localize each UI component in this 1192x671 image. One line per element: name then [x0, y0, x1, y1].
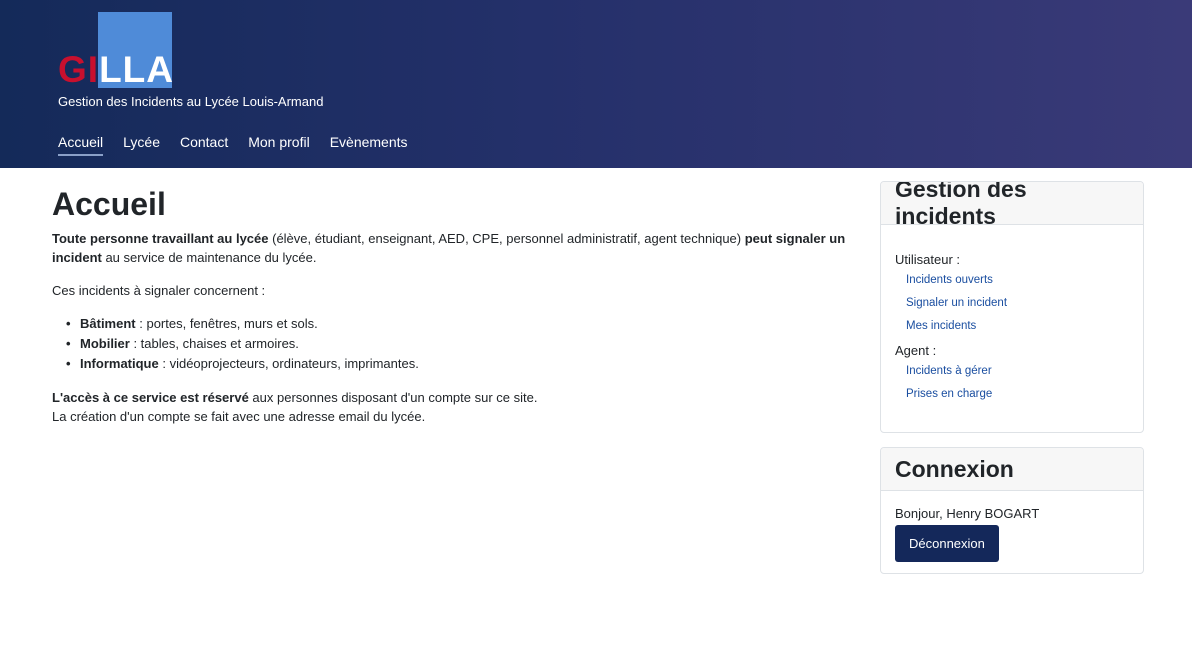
login-card: Connexion Bonjour, Henry BOGART Déconnex…	[880, 447, 1144, 574]
access-text: aux personnes disposant d'un compte sur …	[248, 390, 538, 405]
nav-item-contact[interactable]: Contact	[180, 134, 228, 156]
incidents-card-title: Gestion des incidents	[881, 182, 1143, 229]
category-name: Informatique	[80, 356, 159, 371]
login-card-title: Connexion	[881, 448, 1143, 491]
intro-text-2: au service de maintenance du lycée.	[101, 250, 317, 265]
nav-item-accueil[interactable]: Accueil	[58, 134, 104, 156]
concern-paragraph: Ces incidents à signaler concernent :	[52, 283, 266, 298]
logo-text-gi: GI	[58, 49, 100, 90]
link-incidents-a-gerer[interactable]: Incidents à gérer	[906, 360, 1129, 383]
main-content: Accueil Toute personne travaillant au ly…	[52, 186, 862, 440]
logo-text: GILLA	[58, 49, 174, 90]
access-paragraph: L'accès à ce service est réservé aux per…	[52, 388, 862, 426]
link-signaler-incident[interactable]: Signaler un incident	[906, 292, 1129, 315]
list-item: Bâtiment : portes, fenêtres, murs et sol…	[66, 314, 862, 334]
link-prises-en-charge[interactable]: Prises en charge	[906, 383, 1129, 406]
nav-item-evenements[interactable]: Evènements	[330, 134, 408, 156]
agent-section-label: Agent :	[895, 343, 937, 358]
list-item: Informatique : vidéoprojecteurs, ordinat…	[66, 354, 862, 374]
link-mes-incidents[interactable]: Mes incidents	[906, 315, 1129, 338]
user-section-label: Utilisateur :	[895, 252, 961, 267]
category-name: Mobilier	[80, 336, 130, 351]
user-greeting: Bonjour, Henry BOGART	[895, 506, 1040, 521]
nav-item-mon-profil[interactable]: Mon profil	[248, 134, 309, 156]
category-desc: : portes, fenêtres, murs et sols.	[135, 316, 318, 331]
incidents-card-body: Utilisateur : Incidents ouverts Signaler…	[881, 225, 1143, 418]
list-item: Mobilier : tables, chaises et armoires.	[66, 334, 862, 354]
category-desc: : vidéoprojecteurs, ordinateurs, imprima…	[158, 356, 419, 371]
intro-paragraph: Toute personne travaillant au lycée (élè…	[52, 229, 862, 267]
access-bold: L'accès à ce service est réservé	[52, 390, 249, 405]
main-nav: Accueil Lycée Contact Mon profil Evèneme…	[58, 134, 428, 156]
category-desc: : tables, chaises et armoires.	[129, 336, 299, 351]
incidents-card: Gestion des incidents Utilisateur : Inci…	[880, 181, 1144, 433]
site-subtitle: Gestion des Incidents au Lycée Louis-Arm…	[58, 94, 324, 109]
intro-bold-1: Toute personne travaillant au lycée	[52, 231, 269, 246]
login-card-body: Bonjour, Henry BOGART Déconnexion	[881, 491, 1143, 573]
nav-item-lycee[interactable]: Lycée	[123, 134, 160, 156]
category-name: Bâtiment	[80, 316, 136, 331]
page-title: Accueil	[52, 186, 166, 222]
logout-button[interactable]: Déconnexion	[895, 525, 999, 562]
site-logo[interactable]: GILLA	[58, 12, 188, 88]
link-incidents-ouverts[interactable]: Incidents ouverts	[906, 269, 1129, 292]
intro-text-1: (élève, étudiant, enseignant, AED, CPE, …	[268, 231, 745, 246]
access-line-2: La création d'un compte se fait avec une…	[52, 409, 426, 424]
logo-text-lla: LLA	[99, 49, 174, 90]
site-header: GILLA Gestion des Incidents au Lycée Lou…	[0, 0, 1192, 168]
incident-categories-list: Bâtiment : portes, fenêtres, murs et sol…	[66, 314, 862, 374]
